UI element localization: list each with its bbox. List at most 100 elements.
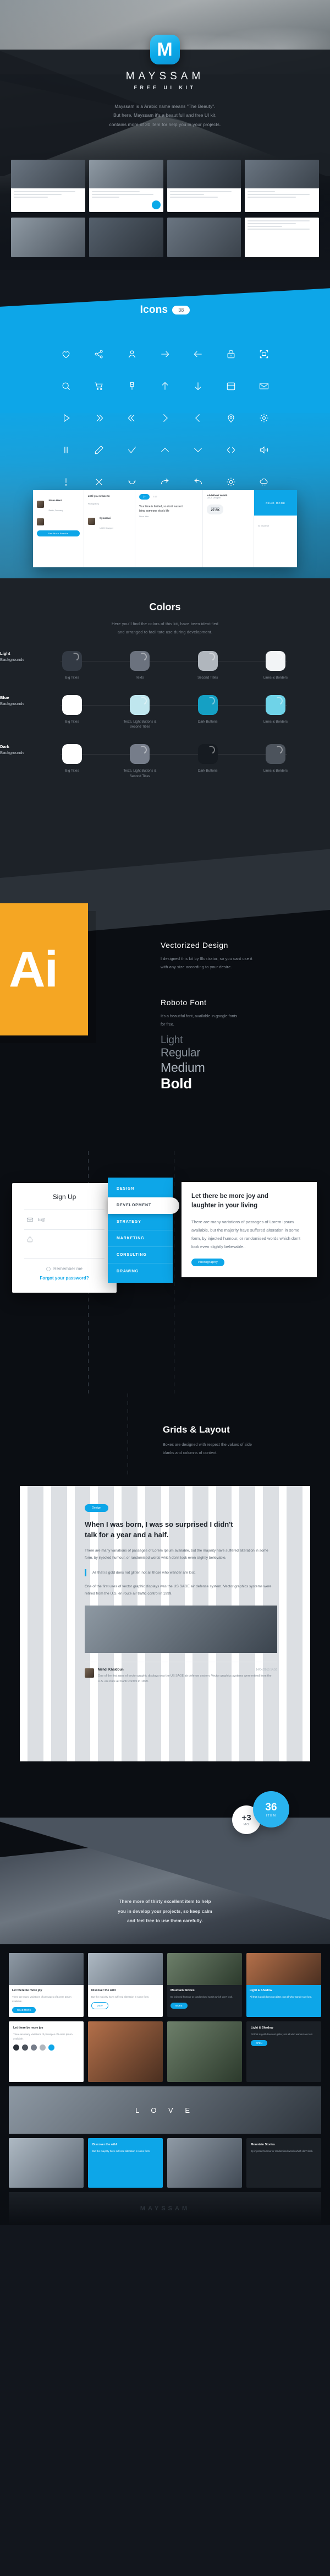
showcase-card[interactable] <box>88 2021 163 2083</box>
forgot-password-link[interactable]: Forgot your password? <box>24 1276 105 1281</box>
icons-title: Icons <box>140 304 168 316</box>
code-icon[interactable] <box>224 443 238 457</box>
arrow-up-icon[interactable] <box>158 379 172 393</box>
cart-icon[interactable] <box>92 379 106 393</box>
colors-sub-line-2: and arranged to facilitate use during de… <box>117 630 213 635</box>
refresh-icon[interactable] <box>125 475 139 489</box>
swatch-name: Lines & Borders <box>263 769 288 773</box>
email-field[interactable]: E@ <box>24 1210 105 1229</box>
showcase-card[interactable]: Discover the wild But the majority have … <box>88 2138 163 2188</box>
pencil-icon[interactable] <box>92 443 106 457</box>
showcase-card[interactable]: Mountain Stories By injected humour or r… <box>246 2138 321 2188</box>
showcase-card[interactable]: Light & Shadow All that is gold does not… <box>246 2021 321 2083</box>
showcase-card[interactable]: Mountain Stories By injected humour or r… <box>167 1953 242 2018</box>
grids-desc-line-1: Boxes are designed with respect the valu… <box>163 1442 252 1447</box>
chevron-down-icon[interactable] <box>191 443 205 457</box>
close-icon[interactable] <box>92 475 106 489</box>
color-swatch[interactable]: Big Titles <box>51 650 94 681</box>
mockup-pullquote: All that is gold does not glitter, not a… <box>85 1569 277 1577</box>
icons-header: Icons 38 <box>0 304 330 316</box>
color-swatch[interactable]: Dark Buttons <box>186 695 229 730</box>
pin-icon[interactable] <box>125 379 139 393</box>
card-button[interactable]: MORE <box>170 2003 188 2009</box>
arrow-down-icon[interactable] <box>191 379 205 393</box>
check-icon[interactable] <box>125 443 139 457</box>
gear-icon[interactable] <box>257 411 271 425</box>
menu-item-development[interactable]: DEVELOPMENT <box>108 1197 179 1214</box>
color-swatch[interactable]: Big Titles <box>51 695 94 730</box>
chevron-left-icon[interactable] <box>191 411 205 425</box>
color-swatch[interactable]: Big Titles <box>51 744 94 779</box>
palette-dot[interactable] <box>22 2044 28 2051</box>
undo-icon[interactable] <box>191 475 205 489</box>
card-button[interactable]: VIEW <box>91 2002 108 2009</box>
arrow-right-icon[interactable] <box>158 347 172 361</box>
menu-item-marketing[interactable]: MARKETING <box>108 1230 173 1247</box>
palette-dot[interactable] <box>31 2044 37 2051</box>
alert-icon[interactable] <box>59 475 73 489</box>
article-tag[interactable]: Photography <box>191 1259 225 1267</box>
color-row-label-reg: Backgrounds <box>0 750 25 756</box>
showcase-card[interactable] <box>9 2138 84 2188</box>
mail-icon[interactable] <box>257 379 271 393</box>
mockup-tag[interactable]: Design <box>85 1504 108 1512</box>
preview-action-button[interactable] <box>151 200 161 209</box>
volume-icon[interactable] <box>257 443 271 457</box>
preview-quote-column: ▷ 3:12 Your time is limited, so don't wa… <box>135 490 204 567</box>
swatch-name: Lines & Borders <box>263 719 288 724</box>
post-tag[interactable]: Photography <box>88 503 131 505</box>
menu-item-drawing[interactable]: DRAWING <box>108 1263 173 1279</box>
color-row-label: Blue Backgrounds <box>0 695 51 706</box>
password-field[interactable] <box>24 1229 105 1249</box>
showcase-card[interactable]: Let there be more joy There are many var… <box>9 1953 84 2018</box>
color-swatch[interactable]: Lines & Borders <box>254 744 297 779</box>
showcase-card[interactable] <box>167 2021 242 2083</box>
search-icon[interactable] <box>59 379 73 393</box>
showcase-card[interactable]: Let there be more joy There are many var… <box>9 2021 84 2083</box>
chevron-right-icon[interactable] <box>158 411 172 425</box>
color-swatch[interactable]: Second Titles <box>186 650 229 681</box>
card-button[interactable]: READ MORE <box>12 2007 36 2014</box>
user-icon[interactable] <box>125 347 139 361</box>
pause-icon[interactable] <box>59 443 73 457</box>
location-pin-icon[interactable] <box>224 411 238 425</box>
arrow-left-icon[interactable] <box>191 347 205 361</box>
chevrons-right-icon[interactable] <box>92 411 106 425</box>
showcase-card[interactable]: Discover the wild But the majority have … <box>88 1953 163 2018</box>
remember-me-row[interactable]: Remember me <box>24 1258 105 1271</box>
cloud-rain-icon[interactable] <box>257 475 271 489</box>
chevrons-left-icon[interactable] <box>125 411 139 425</box>
menu-item-design[interactable]: DESIGN <box>108 1181 173 1197</box>
color-swatch[interactable]: Lines & Borders <box>254 695 297 730</box>
palette-dot[interactable] <box>13 2044 19 2051</box>
showcase-card[interactable] <box>167 2138 242 2188</box>
sun-icon[interactable] <box>224 475 238 489</box>
showcase-section: Let there be more joy There are many var… <box>0 1944 330 2226</box>
share-icon[interactable] <box>92 347 106 361</box>
lock-icon[interactable] <box>224 347 238 361</box>
color-swatch[interactable]: Lines & Borders <box>254 650 297 681</box>
menu-item-consulting[interactable]: CONSULTING <box>108 1247 173 1263</box>
play-icon[interactable] <box>59 411 73 425</box>
color-swatch[interactable]: Texts, Light Buttons & Second Titles <box>118 744 161 779</box>
remember-me-checkbox[interactable] <box>46 1266 51 1271</box>
palette-dot[interactable] <box>48 2044 54 2051</box>
calendar-icon[interactable] <box>224 379 238 393</box>
card-button[interactable]: OPEN <box>251 2040 267 2047</box>
redo-icon[interactable] <box>158 475 172 489</box>
menu-item-strategy[interactable]: STRATEGY <box>108 1214 173 1230</box>
showcase-card[interactable]: Light & Shadow All that is gold does not… <box>246 1953 321 2018</box>
play-icon[interactable]: ▷ <box>139 494 150 500</box>
fullscreen-icon[interactable] <box>257 347 271 361</box>
author-role: UI/UX Designer <box>100 527 114 529</box>
colors-title: Colors <box>149 601 181 612</box>
color-swatch[interactable]: Dark Buttons <box>186 744 229 779</box>
article-body: There are many variations of passages of… <box>191 1219 301 1250</box>
read-more-button[interactable]: READ MORE <box>266 502 285 505</box>
heart-icon[interactable] <box>59 347 73 361</box>
color-swatch[interactable]: Texts <box>118 650 161 681</box>
color-swatch[interactable]: Texts, Light Buttons & Second Titles <box>118 695 161 730</box>
chevron-up-icon[interactable] <box>158 443 172 457</box>
palette-dot[interactable] <box>40 2044 46 2051</box>
see-more-button[interactable]: See More Results <box>37 530 80 536</box>
